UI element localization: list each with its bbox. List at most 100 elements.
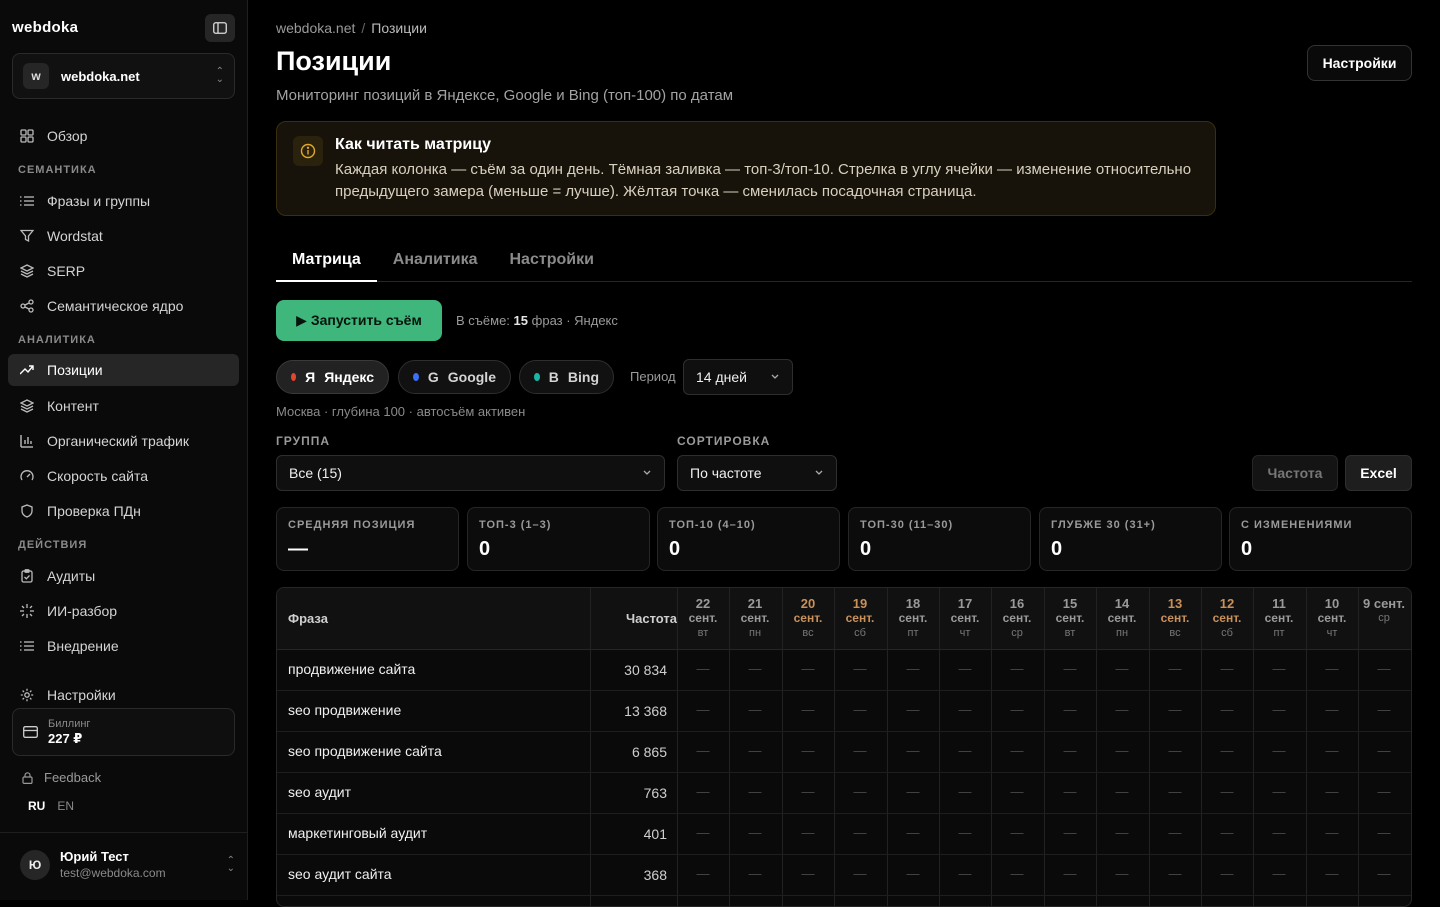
- position-cell[interactable]: —: [939, 825, 991, 840]
- column-header-phrase[interactable]: Фраза: [288, 611, 328, 626]
- position-cell[interactable]: —: [1358, 661, 1410, 676]
- sidebar-item-implement[interactable]: Внедрение: [8, 630, 239, 662]
- position-cell[interactable]: —: [1044, 825, 1096, 840]
- position-cell[interactable]: —: [677, 702, 729, 717]
- position-cell[interactable]: —: [677, 784, 729, 799]
- position-cell[interactable]: —: [939, 743, 991, 758]
- position-cell[interactable]: —: [782, 866, 834, 881]
- column-header-date[interactable]: 22 сент. вт: [677, 596, 729, 641]
- excel-export-button[interactable]: Excel: [1345, 455, 1412, 491]
- column-header-date[interactable]: 11 сент. пт: [1253, 596, 1305, 641]
- sidebar-item-wordstat[interactable]: Wordstat: [8, 220, 239, 252]
- position-cell[interactable]: —: [1253, 743, 1305, 758]
- position-cell[interactable]: —: [887, 702, 939, 717]
- column-header-date[interactable]: 21 сент. пн: [729, 596, 781, 641]
- position-cell[interactable]: —: [1306, 866, 1358, 881]
- tab-settings[interactable]: Настройки: [494, 246, 610, 282]
- table-row[interactable]: seo аудит сайта 368— — — — — — — — — — — — — —: [277, 855, 1411, 896]
- position-cell[interactable]: —: [782, 661, 834, 676]
- position-cell[interactable]: —: [834, 743, 886, 758]
- lang-ru[interactable]: RU: [28, 799, 45, 813]
- user-menu[interactable]: Ю Юрий Тест test@webdoka.com ⌃ ⌄: [20, 849, 235, 880]
- position-cell[interactable]: —: [1358, 825, 1410, 840]
- position-cell[interactable]: —: [991, 702, 1043, 717]
- position-cell[interactable]: —: [1044, 743, 1096, 758]
- position-cell[interactable]: —: [1306, 825, 1358, 840]
- position-cell[interactable]: —: [677, 743, 729, 758]
- position-cell[interactable]: —: [991, 866, 1043, 881]
- position-cell[interactable]: —: [939, 702, 991, 717]
- sidebar-item-phrases[interactable]: Фразы и группы: [8, 185, 239, 217]
- position-cell[interactable]: —: [887, 743, 939, 758]
- position-cell[interactable]: —: [782, 743, 834, 758]
- sidebar-item-traffic[interactable]: Органический трафик: [8, 425, 239, 457]
- table-row[interactable]: seo продвижение сайта 6 865— — — — — — — — — — — — — —: [277, 732, 1411, 773]
- position-cell[interactable]: —: [939, 784, 991, 799]
- position-cell[interactable]: —: [991, 661, 1043, 676]
- position-cell[interactable]: —: [1358, 866, 1410, 881]
- position-cell[interactable]: —: [1358, 743, 1410, 758]
- position-cell[interactable]: —: [1253, 702, 1305, 717]
- position-cell[interactable]: —: [1253, 825, 1305, 840]
- position-cell[interactable]: —: [1149, 743, 1201, 758]
- position-cell[interactable]: —: [991, 784, 1043, 799]
- position-cell[interactable]: —: [1201, 784, 1253, 799]
- sort-select[interactable]: По частоте: [677, 455, 837, 491]
- run-scan-button[interactable]: ▶ Запустить съём: [276, 300, 442, 341]
- position-cell[interactable]: —: [1201, 825, 1253, 840]
- position-cell[interactable]: —: [1044, 661, 1096, 676]
- position-cell[interactable]: —: [1201, 702, 1253, 717]
- position-cell[interactable]: —: [1253, 866, 1305, 881]
- feedback-link[interactable]: Feedback: [22, 770, 101, 785]
- position-cell[interactable]: —: [1358, 784, 1410, 799]
- position-cell[interactable]: —: [1201, 661, 1253, 676]
- position-cell[interactable]: —: [1096, 743, 1148, 758]
- tab-analytics[interactable]: Аналитика: [377, 246, 494, 282]
- position-cell[interactable]: —: [729, 866, 781, 881]
- settings-button[interactable]: Настройки: [1307, 45, 1412, 81]
- site-switcher[interactable]: w webdoka.net ⌃ ⌄: [12, 53, 235, 99]
- position-cell[interactable]: —: [1044, 784, 1096, 799]
- sidebar-item-speed[interactable]: Скорость сайта: [8, 460, 239, 492]
- position-cell[interactable]: —: [1096, 825, 1148, 840]
- sidebar-item-audits[interactable]: Аудиты: [8, 560, 239, 592]
- column-header-date[interactable]: 18 сент. пт: [887, 596, 939, 641]
- position-cell[interactable]: —: [887, 661, 939, 676]
- position-cell[interactable]: —: [991, 825, 1043, 840]
- period-select[interactable]: 14 дней: [683, 359, 793, 395]
- position-cell[interactable]: —: [1096, 702, 1148, 717]
- position-cell[interactable]: —: [677, 825, 729, 840]
- column-header-date[interactable]: 20 сент. вс: [782, 596, 834, 641]
- column-header-date[interactable]: 16 сент. ср: [991, 596, 1043, 641]
- position-cell[interactable]: —: [729, 784, 781, 799]
- position-cell[interactable]: —: [1149, 866, 1201, 881]
- position-cell[interactable]: —: [1306, 784, 1358, 799]
- engine-yandex-chip[interactable]: Я Яндекс: [276, 360, 389, 394]
- position-cell[interactable]: —: [1306, 702, 1358, 717]
- column-header-date[interactable]: 13 сент. вс: [1149, 596, 1201, 641]
- position-cell[interactable]: —: [887, 784, 939, 799]
- position-cell[interactable]: —: [782, 702, 834, 717]
- column-header-date[interactable]: 14 сент. пн: [1096, 596, 1148, 641]
- position-cell[interactable]: —: [1149, 702, 1201, 717]
- column-header-frequency[interactable]: Частота: [591, 611, 677, 626]
- sidebar-item-core[interactable]: Семантическое ядро: [8, 290, 239, 322]
- position-cell[interactable]: —: [1096, 866, 1148, 881]
- position-cell[interactable]: —: [1096, 661, 1148, 676]
- column-header-date[interactable]: 9 сент. ср: [1358, 596, 1410, 626]
- position-cell[interactable]: —: [1096, 784, 1148, 799]
- position-cell[interactable]: —: [1306, 661, 1358, 676]
- position-cell[interactable]: —: [939, 661, 991, 676]
- position-cell[interactable]: —: [1149, 784, 1201, 799]
- table-row[interactable]: маркетинговый аудит 401— — — — — — — — — — — — — —: [277, 814, 1411, 855]
- position-cell[interactable]: —: [834, 661, 886, 676]
- column-header-date[interactable]: 17 сент. чт: [939, 596, 991, 641]
- position-cell[interactable]: —: [1149, 661, 1201, 676]
- position-cell[interactable]: —: [782, 825, 834, 840]
- position-cell[interactable]: —: [834, 825, 886, 840]
- sidebar-item-ai[interactable]: ИИ-разбор: [8, 595, 239, 627]
- engine-google-chip[interactable]: G Google: [398, 360, 511, 394]
- position-cell[interactable]: —: [1149, 825, 1201, 840]
- position-cell[interactable]: —: [834, 702, 886, 717]
- sidebar-item-settings[interactable]: Настройки: [8, 679, 239, 711]
